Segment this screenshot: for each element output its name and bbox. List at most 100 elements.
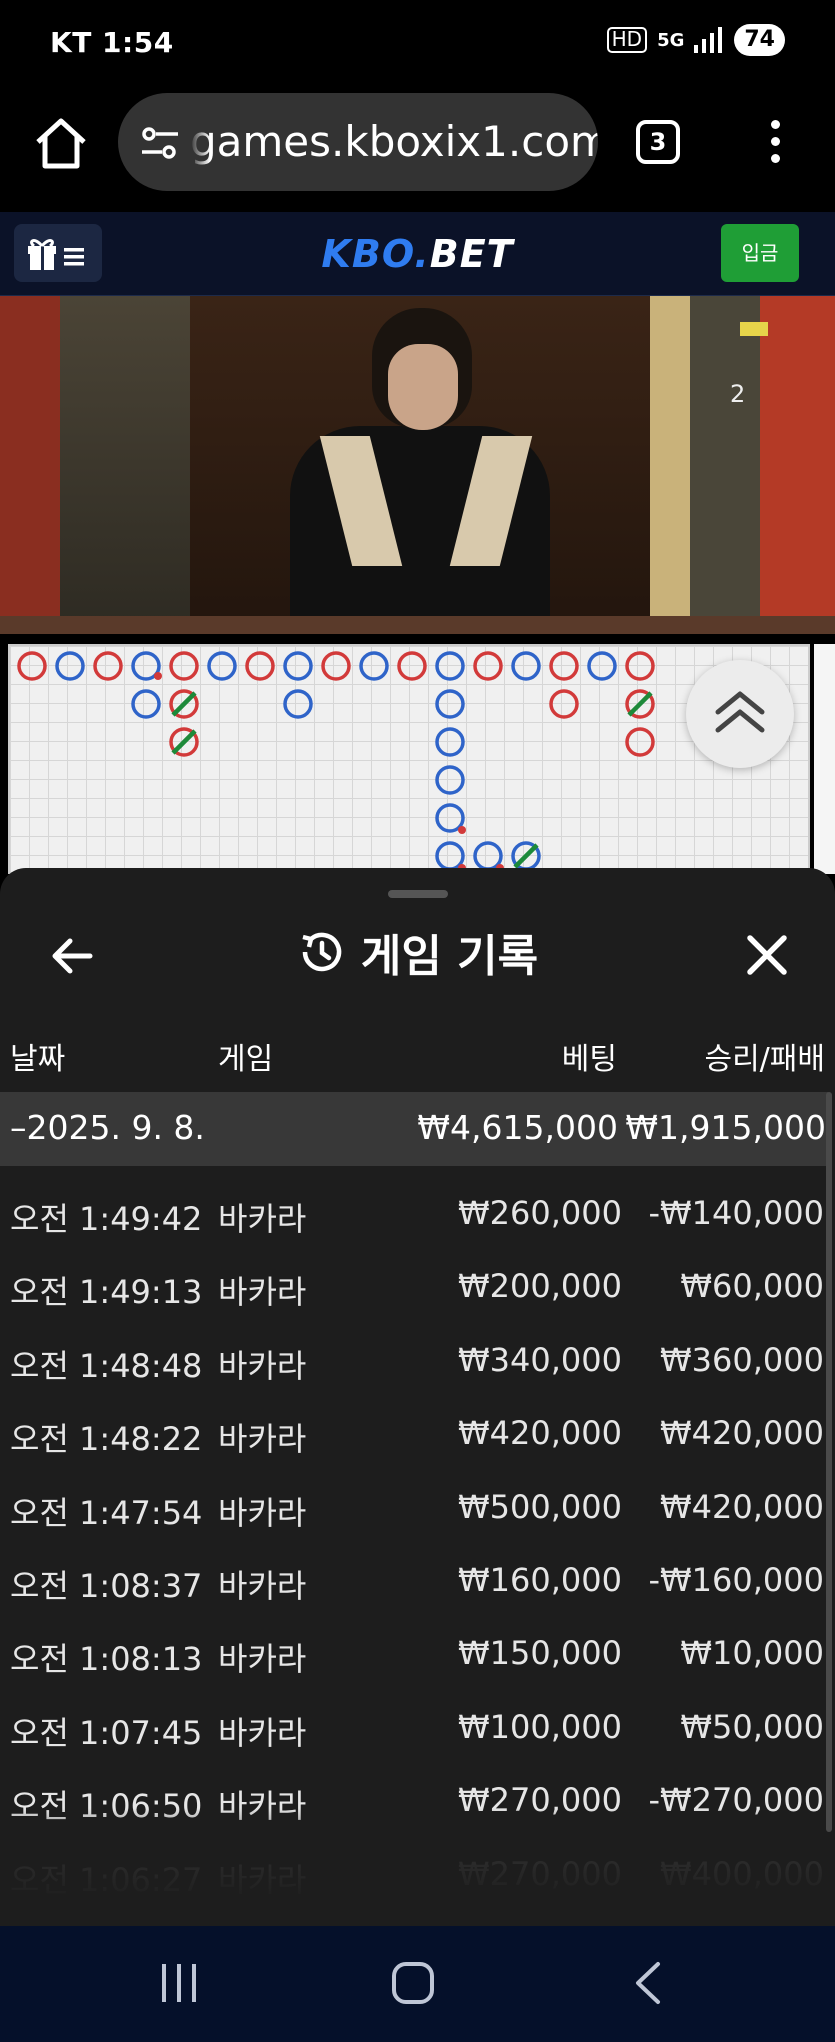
scroll-top-button[interactable] <box>686 660 794 768</box>
player-mark <box>435 841 465 871</box>
carrier: KT <box>50 26 92 59</box>
row-result: ₩60,000 <box>680 1267 824 1306</box>
system-nav-bar <box>0 1926 835 2042</box>
more-options-icon[interactable] <box>765 120 785 166</box>
row-time: 오전 1:07:45 <box>10 1713 203 1752</box>
sheet-title: 게임 기록 <box>360 931 539 982</box>
column-game: 게임 <box>218 1042 274 1077</box>
row-bet: ₩260,000 <box>458 1194 622 1232</box>
day-summary-row[interactable]: –2025. 9. 8. ₩4,615,000 ₩1,915,000 <box>0 1092 828 1166</box>
tie-marks <box>171 691 653 869</box>
banker-mark <box>549 651 579 681</box>
day-date: –2025. 9. 8. <box>10 1108 205 1147</box>
column-win-loss: 승리/패배 <box>704 1042 825 1077</box>
address-bar[interactable]: games.kboxix1.com <box>118 93 598 191</box>
banker-mark <box>473 651 503 681</box>
hd-voice-icon: HD <box>606 27 648 53</box>
battery-indicator: 74 <box>734 24 785 56</box>
row-bet: ₩160,000 <box>458 1560 622 1599</box>
tab-switcher-button[interactable]: 3 <box>636 120 680 164</box>
player-mark <box>511 651 541 681</box>
tie-mark <box>171 691 197 717</box>
player-mark <box>283 651 313 681</box>
row-game: 바카라 <box>218 1566 307 1605</box>
sheet-scrollbar[interactable] <box>826 1092 832 1832</box>
row-game: 바카라 <box>218 1493 307 1532</box>
column-date: 날짜 <box>10 1042 66 1077</box>
live-dealer-video[interactable]: 2 <box>0 296 835 634</box>
row-result: -₩160,000 <box>648 1560 824 1599</box>
player-mark <box>587 651 617 681</box>
day-bet-total: ₩4,615,000 <box>417 1108 618 1147</box>
nav-home-icon[interactable] <box>392 1962 434 2004</box>
table-marker <box>740 322 768 336</box>
row-time: 오전 1:49:42 <box>10 1200 203 1238</box>
banker-mark <box>93 651 123 681</box>
table-header: 날짜 게임 베팅 승리/패배 <box>0 1028 835 1078</box>
history-rows: 오전 1:49:42 바카라 ₩260,000 -₩140,000 오전 1:49:13… <box>0 1180 828 1914</box>
row-result: ₩420,000 <box>660 1414 824 1453</box>
row-bet: ₩340,000 <box>458 1340 622 1379</box>
player-mark <box>435 765 465 795</box>
home-icon[interactable] <box>30 112 92 174</box>
banker-mark <box>321 651 351 681</box>
row-time: 오전 1:49:13 <box>10 1273 203 1312</box>
drag-handle[interactable] <box>388 890 448 898</box>
player-mark <box>435 727 465 757</box>
site-header: KBO.BET 입금 <box>0 212 835 296</box>
url-text[interactable]: games.kboxix1.com <box>190 117 598 166</box>
banker-mark <box>397 651 427 681</box>
tie-mark <box>513 843 539 869</box>
column-bet: 베팅 <box>561 1042 617 1077</box>
double-chevron-up-icon <box>715 691 765 733</box>
table-row[interactable]: 오전 1:08:13 바카라 ₩150,000 ₩10,000 <box>0 1620 828 1693</box>
row-time: 오전 1:48:22 <box>10 1420 203 1459</box>
banker-mark <box>549 689 579 719</box>
row-result: -₩140,000 <box>648 1194 824 1232</box>
table-row[interactable]: 오전 1:08:37 바카라 ₩160,000 -₩160,000 <box>0 1547 828 1620</box>
row-bet: ₩150,000 <box>458 1634 622 1673</box>
deposit-button[interactable]: 입금 <box>721 224 799 282</box>
banker-mark <box>17 651 47 681</box>
table-row[interactable]: 오전 1:07:45 바카라 ₩100,000 ₩50,000 <box>0 1694 828 1767</box>
close-icon[interactable] <box>740 928 794 982</box>
row-time: 오전 1:08:13 <box>10 1640 203 1679</box>
tune-icon[interactable] <box>138 123 182 163</box>
player-mark <box>55 651 85 681</box>
nav-back-icon[interactable] <box>628 1960 668 2006</box>
tie-mark <box>171 729 197 755</box>
clock: 1:54 <box>102 26 174 59</box>
browser-toolbar: games.kboxix1.com 3 <box>0 90 835 212</box>
table-row[interactable]: 오전 1:49:42 바카라 ₩260,000 -₩140,000 <box>0 1180 828 1253</box>
tie-mark <box>627 691 653 717</box>
player-mark <box>207 651 237 681</box>
row-bet: ₩100,000 <box>458 1707 622 1746</box>
banker-mark <box>245 651 275 681</box>
banker-mark <box>625 651 655 681</box>
status-carrier-time: KT 1:54 <box>50 26 174 59</box>
row-game: 바카라 <box>218 1273 307 1312</box>
table-row[interactable]: 오전 1:48:48 바카라 ₩340,000 ₩360,000 <box>0 1327 828 1400</box>
recents-icon[interactable] <box>158 1964 200 2002</box>
row-result: ₩50,000 <box>680 1707 824 1746</box>
row-time: 오전 1:47:54 <box>10 1493 203 1532</box>
status-icons: HD 5G 74 <box>606 24 785 56</box>
signal-icon <box>694 27 724 53</box>
table-row[interactable]: 오전 1:49:13 바카라 ₩200,000 ₩60,000 <box>0 1253 828 1326</box>
sheet-header: 게임 기록 <box>0 920 835 984</box>
list-fade <box>0 1808 835 1926</box>
player-mark <box>435 689 465 719</box>
banker-mark <box>625 727 655 757</box>
row-time: 오전 1:08:37 <box>10 1566 203 1605</box>
table-row[interactable]: 오전 1:47:54 바카라 ₩500,000 ₩420,000 <box>0 1474 828 1547</box>
player-mark <box>435 651 465 681</box>
table-row[interactable]: 오전 1:48:22 바카라 ₩420,000 ₩420,000 <box>0 1400 828 1473</box>
row-result: ₩360,000 <box>660 1340 824 1379</box>
player-mark <box>131 689 161 719</box>
row-bet: ₩200,000 <box>458 1267 622 1306</box>
player-mark <box>473 841 503 871</box>
row-game: 바카라 <box>218 1713 307 1752</box>
site-logo[interactable]: KBO.BET <box>0 232 835 276</box>
player-mark <box>359 651 389 681</box>
row-game: 바카라 <box>218 1200 307 1238</box>
